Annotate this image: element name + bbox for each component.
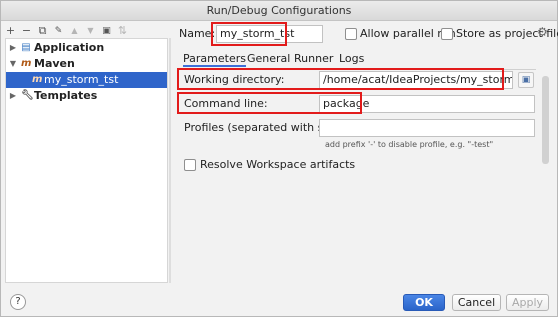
tree-item-label: Application	[34, 41, 105, 54]
move-down-icon[interactable]: ▼	[85, 23, 96, 39]
allow-parallel-checkbox[interactable]	[345, 28, 357, 40]
copy-icon[interactable]: ⧉	[37, 23, 48, 39]
wrench-icon[interactable]: ✎	[53, 23, 64, 39]
scrollbar-thumb[interactable]	[542, 76, 549, 164]
tree-item-label: Maven	[34, 57, 75, 70]
profiles-field[interactable]	[319, 119, 535, 137]
move-up-icon[interactable]: ▲	[69, 23, 80, 39]
resolve-workspace-checkbox[interactable]	[184, 159, 196, 171]
cancel-button[interactable]: Cancel	[452, 294, 501, 311]
expand-arrow-icon[interactable]: ▶	[8, 40, 18, 56]
sort-icon[interactable]: ⇅	[117, 23, 128, 39]
profiles-hint: add prefix '-' to disable profile, e.g. …	[325, 140, 494, 149]
apply-button[interactable]: Apply	[506, 294, 549, 311]
tab-logs[interactable]: Logs	[339, 51, 364, 67]
tree-item-label: Templates	[34, 89, 98, 102]
store-as-project-checkbox[interactable]	[441, 28, 453, 40]
tab-general[interactable]: General	[247, 51, 290, 67]
highlight-box	[177, 92, 362, 114]
tree-item-maven[interactable]: ▼ m Maven	[6, 56, 167, 72]
highlight-box	[177, 68, 504, 90]
tree-item-templates[interactable]: ▶ 🔧︎ Templates	[6, 88, 167, 104]
maven-icon: m	[21, 58, 32, 69]
highlight-box	[211, 22, 287, 46]
maven-config-icon: m	[32, 74, 43, 85]
tab-parameters[interactable]: Parameters	[183, 51, 246, 67]
collapse-arrow-icon[interactable]: ▼	[8, 56, 18, 72]
remove-icon[interactable]: −	[21, 23, 32, 39]
gear-icon[interactable]: ⚙	[537, 25, 548, 39]
tree-item-my-storm-tst[interactable]: m my_storm_tst	[6, 72, 167, 88]
name-label: Name:	[179, 27, 216, 40]
tree-item-application[interactable]: ▶ ▤ Application	[6, 40, 167, 56]
window-title: Run/Debug Configurations	[1, 1, 557, 21]
tree-toolbar: + − ⧉ ✎ ▲ ▼ ▣ ⇅	[5, 23, 128, 39]
help-button[interactable]: ?	[10, 294, 26, 310]
tree-item-label: my_storm_tst	[44, 73, 119, 86]
expand-arrow-icon[interactable]: ▶	[8, 88, 18, 104]
configuration-tree: ▶ ▤ Application ▼ m Maven m my_storm_tst…	[5, 38, 168, 283]
application-icon: ▤	[21, 42, 31, 53]
folder-icon[interactable]: ▣	[101, 23, 112, 39]
wrench-icon: 🔧︎	[21, 90, 34, 101]
browse-folder-icon[interactable]: ▣	[518, 72, 534, 88]
ok-button[interactable]: OK	[403, 294, 445, 311]
add-icon[interactable]: +	[5, 23, 16, 39]
panel-splitter[interactable]	[169, 38, 171, 283]
run-debug-dialog: Run/Debug Configurations + − ⧉ ✎ ▲ ▼ ▣ ⇅…	[0, 0, 558, 317]
tab-runner[interactable]: Runner	[294, 51, 333, 67]
resolve-workspace-label: Resolve Workspace artifacts	[200, 158, 356, 171]
